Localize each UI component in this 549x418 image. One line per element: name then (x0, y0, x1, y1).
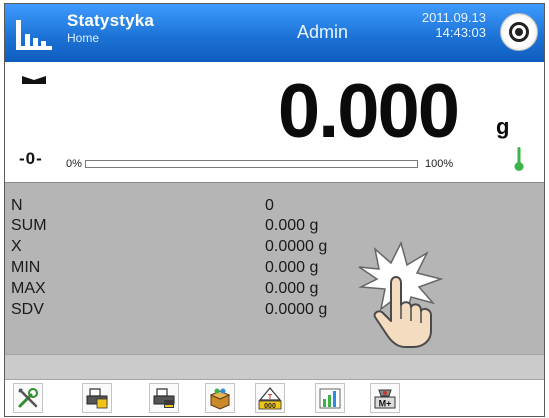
bargraph-min-label: 0% (66, 158, 82, 170)
bargraph-max-label: 100% (425, 158, 454, 170)
time-text: 14:43:03 (435, 25, 486, 40)
tare-glyph: T 000 (258, 387, 282, 410)
load-bargraph (85, 160, 418, 168)
weight-reading: 0.000 (277, 69, 460, 154)
breadcrumb-home[interactable]: Home (67, 31, 99, 45)
svg-text:T: T (268, 394, 273, 401)
statistics-chart-icon[interactable] (315, 383, 345, 413)
stat-value: 0.000 g (265, 217, 319, 234)
add-weighing-icon[interactable]: M+ (370, 383, 400, 413)
weighing-display: 0.000 g -0- 0% 100% (5, 62, 544, 182)
touch-hand-icon (358, 240, 444, 348)
svg-text:000: 000 (264, 403, 276, 410)
stat-value: 0.000 g (265, 280, 319, 297)
settings-tools-icon[interactable] (13, 383, 43, 413)
stable-indicator-icon (22, 76, 46, 84)
logged-user[interactable]: Admin (297, 22, 348, 43)
date-text: 2011.09.13 (421, 10, 486, 25)
stat-value: 0.0000 g (265, 238, 328, 255)
printer-glyph (86, 388, 108, 409)
stat-label: X (11, 238, 22, 255)
stat-value: 0 (265, 197, 274, 214)
thermometer-icon (514, 147, 524, 171)
stat-value: 0.000 g (265, 259, 319, 276)
settings-tools-glyph (18, 388, 38, 408)
status-strip (5, 354, 544, 380)
chart-glyph (319, 388, 341, 409)
target-dot (515, 28, 523, 36)
tare-icon[interactable]: T 000 (255, 383, 285, 413)
statistics-panel[interactable]: N 0 SUM 0.000 g X 0.0000 g MIN 0.000 g MAX 0.000 … (5, 182, 544, 355)
stat-label: MIN (11, 259, 41, 276)
stat-label: MAX (11, 280, 46, 297)
printer-footer-glyph (153, 388, 175, 408)
box-glyph (209, 388, 231, 410)
stat-label: N (11, 197, 23, 214)
add-weighing-glyph: M+ (374, 389, 396, 409)
zero-indicator: -0- (19, 149, 43, 168)
stat-label: SUM (11, 217, 47, 234)
datetime: 2011.09.13 14:43:03 (422, 10, 486, 40)
header-bar: Statystyka Home Admin 2011.09.13 14:43:0… (5, 4, 544, 62)
stat-value: 0.0000 g (265, 301, 328, 318)
stat-label: SDV (11, 301, 44, 318)
weight-unit[interactable]: g (496, 114, 509, 140)
bottom-toolbar: T 000 M+ (5, 380, 544, 416)
svg-text:M+: M+ (379, 399, 392, 409)
screen-title: Statystyka (67, 11, 155, 30)
print-footer-icon[interactable] (149, 383, 179, 413)
terminal-screen: Statystyka Home Admin 2011.09.13 14:43:0… (4, 3, 545, 417)
database-box-icon[interactable] (205, 383, 235, 413)
statistics-bars-icon[interactable] (15, 18, 53, 52)
target-icon[interactable] (500, 13, 538, 51)
print-icon[interactable] (82, 383, 112, 413)
